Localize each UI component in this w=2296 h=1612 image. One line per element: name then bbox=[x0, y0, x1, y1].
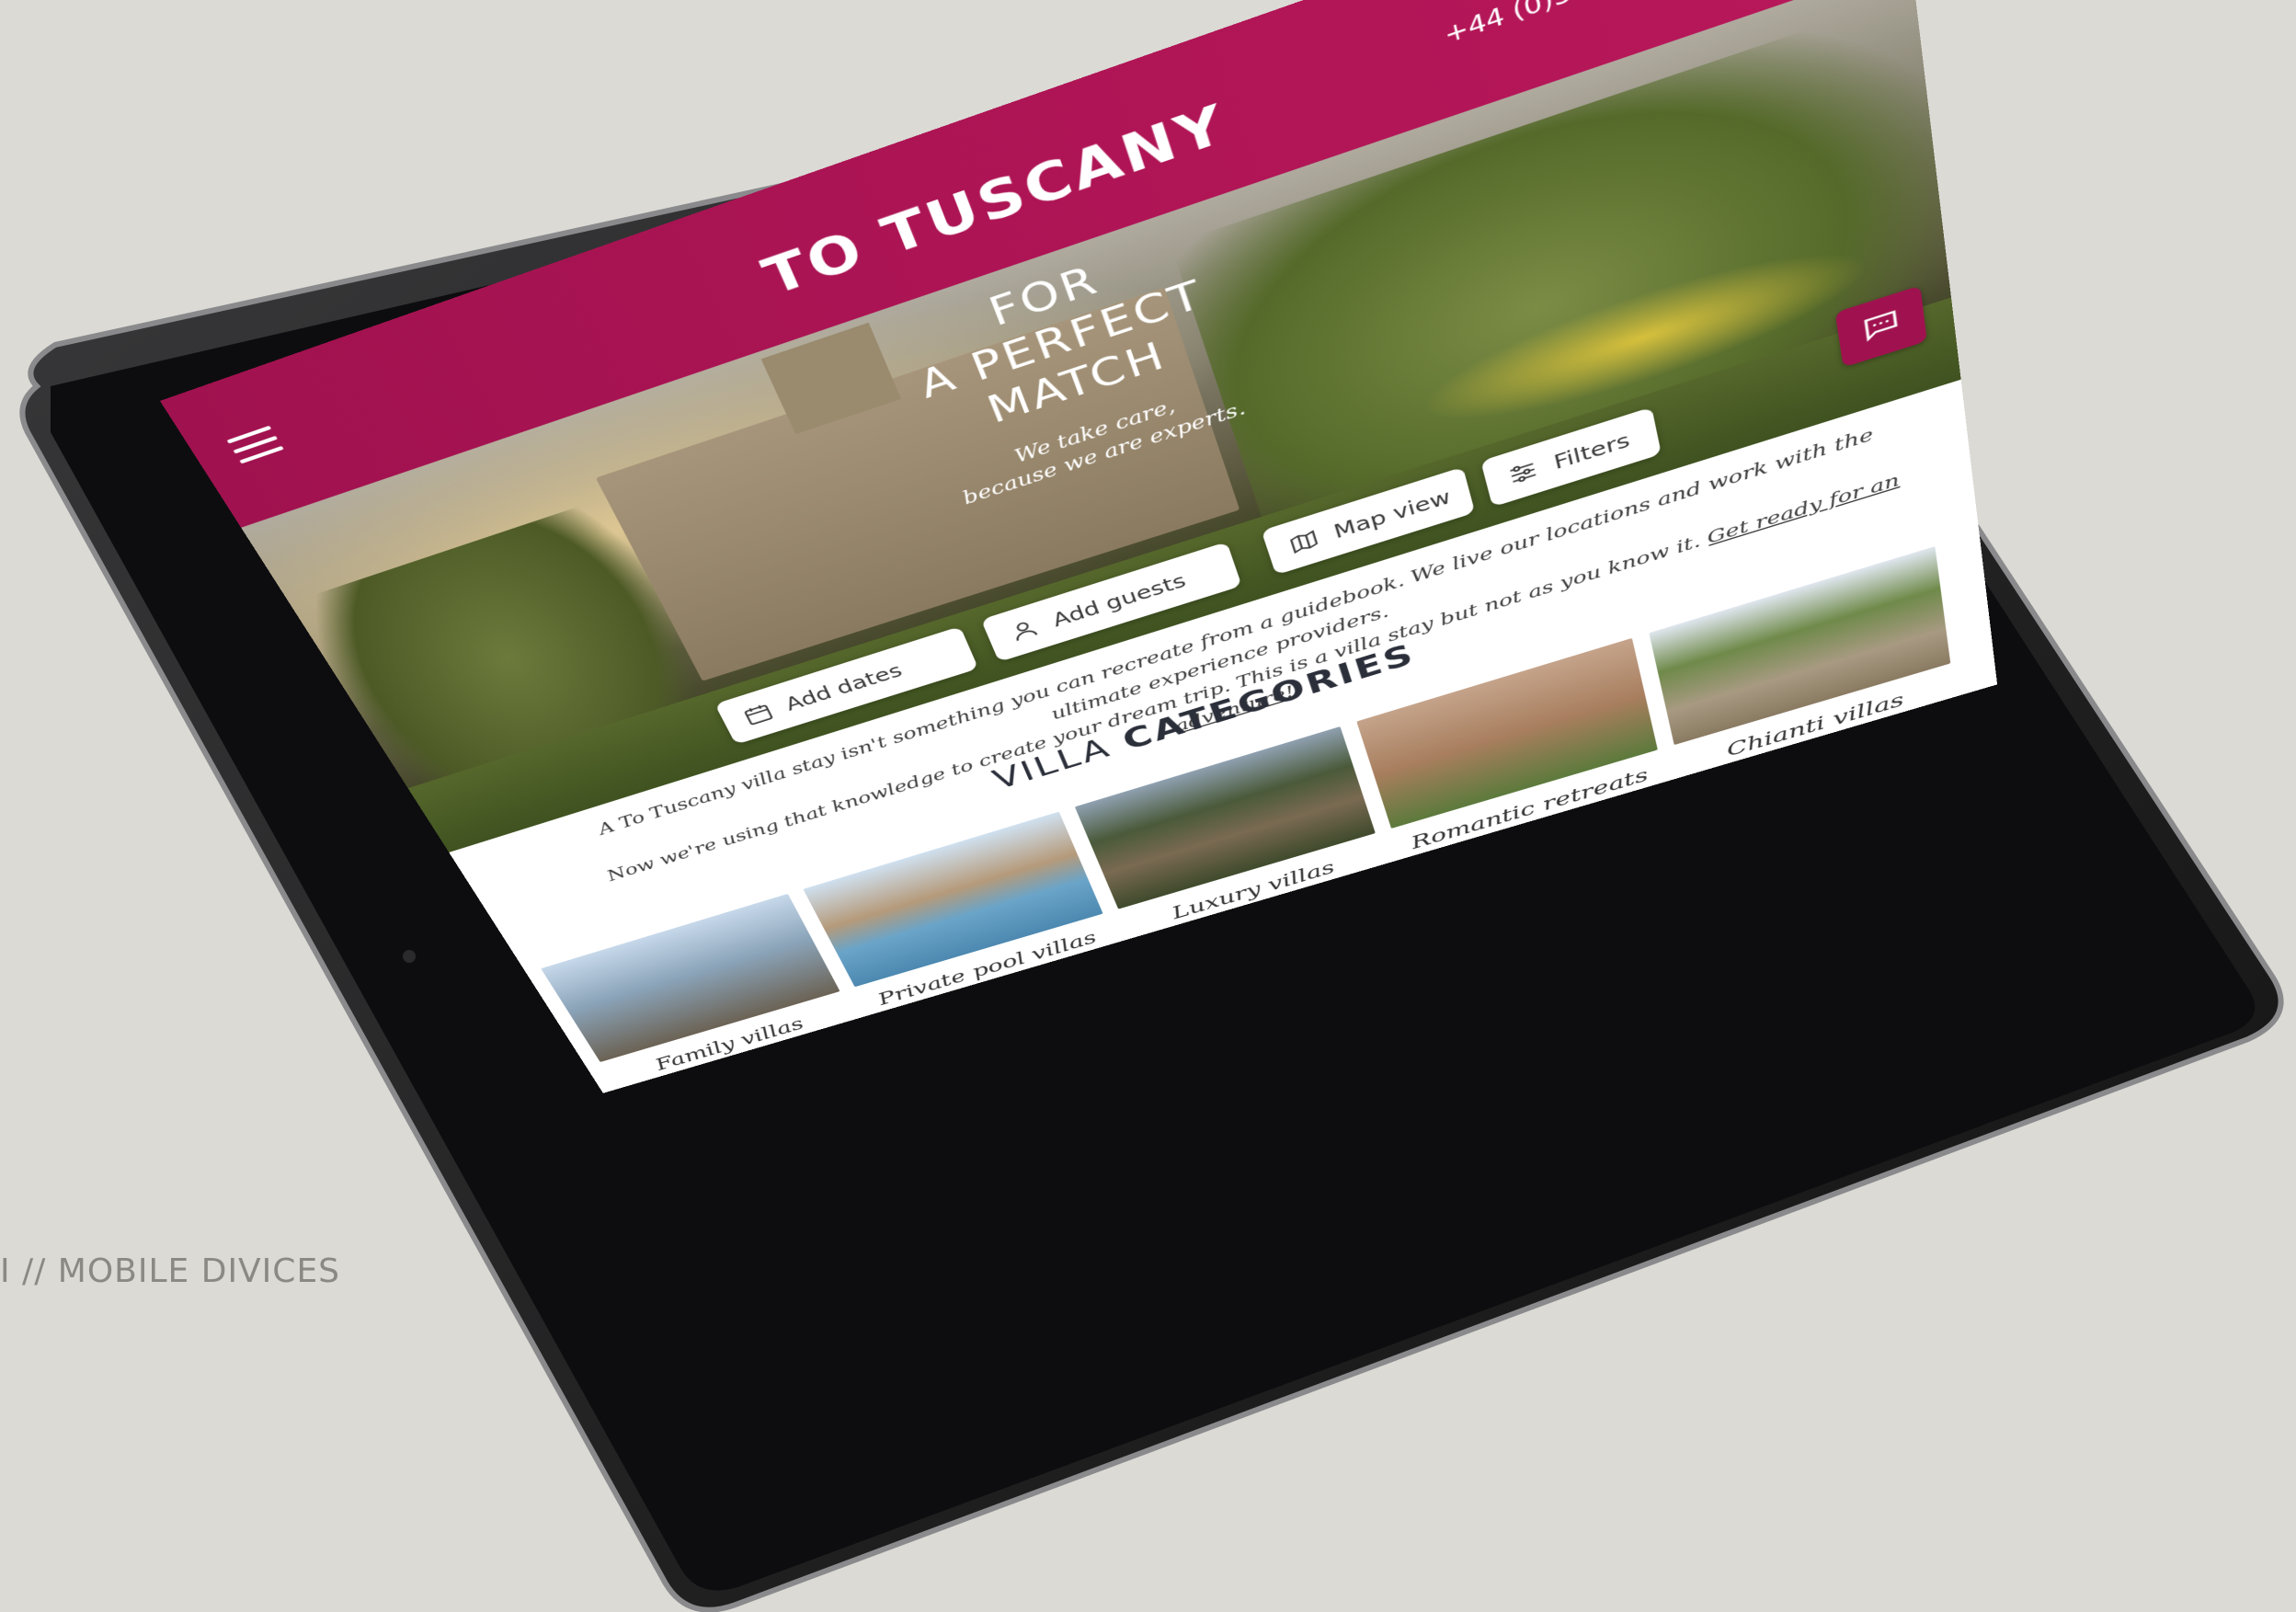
filters-label: Filters bbox=[1551, 429, 1631, 474]
category-image bbox=[541, 894, 840, 1062]
user-icon bbox=[1006, 615, 1043, 645]
map-icon bbox=[1285, 527, 1321, 557]
tablet-mockup: TO TUSCANY +44 (0)3301 242148 FOR A PERF… bbox=[0, 0, 2296, 1612]
sliders-icon bbox=[1505, 457, 1541, 488]
calendar-icon bbox=[739, 700, 776, 727]
menu-icon[interactable] bbox=[227, 426, 286, 467]
